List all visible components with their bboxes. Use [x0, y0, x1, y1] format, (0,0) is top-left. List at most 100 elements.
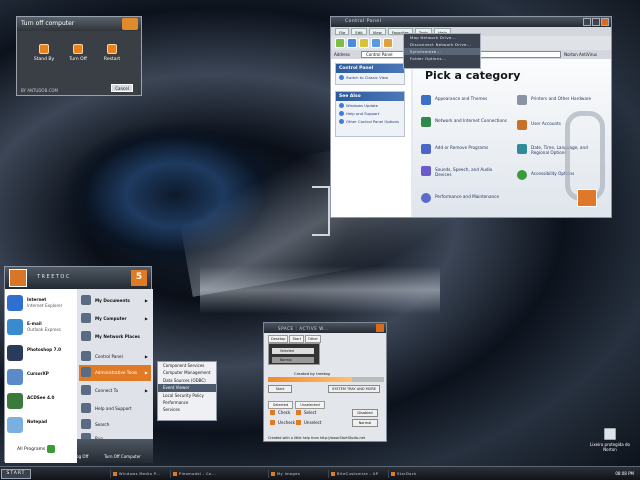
folders-icon[interactable]	[383, 38, 393, 48]
taskbar-item-media-player[interactable]: Windows Media P...	[110, 470, 164, 478]
turn-off-dialog: Turn off computer Stand By Turn Off Rest…	[16, 16, 142, 96]
program-email[interactable]: E-mail Outlook Express	[7, 317, 75, 339]
category-performance[interactable]: Performance and Maintenance	[421, 193, 509, 203]
start-button[interactable]: START	[1, 469, 31, 479]
menu-item-computer-management[interactable]: Computer Management	[158, 369, 216, 376]
search-icon	[81, 419, 91, 429]
place-network[interactable]: My Network Places	[79, 329, 151, 345]
up-folder-icon[interactable]	[359, 38, 369, 48]
maximize-button[interactable]	[592, 18, 600, 26]
restart-button[interactable]: Restart	[99, 44, 125, 62]
tab-unselected[interactable]: Unselected	[295, 401, 325, 409]
selection-tabs: Selected Unselected	[268, 401, 325, 409]
forward-icon[interactable]	[347, 38, 357, 48]
help-support-link[interactable]: Help and Support	[336, 109, 404, 117]
window-controls	[583, 18, 609, 26]
unselect-sample[interactable]: Unselect	[296, 420, 321, 425]
close-button[interactable]	[601, 18, 609, 26]
classic-view-link[interactable]: Switch to Classic View	[336, 73, 404, 81]
start-button-sample[interactable]: Start	[268, 385, 292, 393]
cursor-icon	[7, 369, 23, 385]
uncheck-sample[interactable]: Uncheck	[270, 420, 295, 425]
performance-icon	[421, 193, 431, 203]
start-menu: TREETOC 5 Internet Internet Explorer E-ma…	[4, 266, 153, 463]
progress-fill	[268, 377, 352, 382]
place-control-panel[interactable]: Control Panel ▶	[79, 349, 151, 365]
taskbar: START Windows Media P... Pleomodel - Co.…	[0, 466, 640, 480]
appearance-icon	[421, 95, 431, 105]
folder-icon	[81, 295, 91, 305]
taskbar-item-pleomodel[interactable]: Pleomodel - Co...	[170, 470, 224, 478]
back-icon[interactable]	[335, 38, 345, 48]
select-sample[interactable]: Select	[296, 410, 316, 415]
category-appearance[interactable]: Appearance and Themes	[421, 95, 509, 105]
other-options-link[interactable]: Other Control Panel Options	[336, 117, 404, 125]
arrow-right-icon	[47, 445, 55, 453]
program-notepad[interactable]: Notepad	[7, 415, 75, 437]
tab-start[interactable]: Start	[289, 335, 304, 343]
disabled-button-sample[interactable]: Disabled	[352, 409, 378, 417]
menu-edit[interactable]: Edit	[351, 28, 367, 35]
menu-file[interactable]: File	[335, 28, 350, 35]
outlook-icon	[7, 319, 23, 335]
category-view: Pick a category Appearance and Themes Ne…	[413, 59, 611, 217]
menu-item-folder-options[interactable]: Folder Options...	[404, 55, 480, 62]
normal-button-sample[interactable]: Normal	[352, 419, 378, 427]
place-my-documents[interactable]: My Documents ▶	[79, 293, 151, 309]
taskbar-item-customize[interactable]: BiteCustomize - XP	[328, 470, 382, 478]
control-panel-icon	[81, 351, 91, 361]
users-icon	[517, 120, 527, 130]
category-network[interactable]: Network and Internet Connections	[421, 117, 509, 127]
norton-button[interactable]: Norton AntiVirus	[564, 52, 597, 57]
category-printers[interactable]: Printers and Other Hardware	[517, 95, 605, 105]
window-title: SPACE : ACTIVE W...	[264, 323, 386, 333]
program-photoshop[interactable]: Photoshop 7.0	[7, 343, 75, 365]
chevron-right-icon: ▶	[144, 316, 148, 321]
internet-explorer-icon	[7, 295, 23, 311]
place-admin-tools[interactable]: Administrative Tools ▶	[79, 365, 151, 381]
recycle-bin-label: Lixeira protegida do Norton	[590, 442, 630, 452]
recycle-bin[interactable]: Lixeira protegida do Norton	[590, 428, 630, 452]
wrench-watermark-icon	[565, 111, 605, 201]
windows-update-link[interactable]: Windows Update	[336, 101, 404, 109]
place-help[interactable]: Help and Support	[79, 401, 151, 417]
wallpaper-bracket	[312, 186, 330, 236]
tab-other[interactable]: Other	[305, 335, 321, 343]
close-button[interactable]	[376, 324, 384, 332]
menu-item-disconnect-drive[interactable]: Disconnect Network Drive...	[404, 41, 480, 48]
menu-view[interactable]: View	[368, 28, 386, 35]
menu-item-data-sources[interactable]: Data Sources (ODBC)	[158, 377, 216, 384]
tab-selected[interactable]: Selected	[268, 401, 294, 409]
place-my-computer[interactable]: My Computer ▶	[79, 311, 151, 327]
program-cursorxp[interactable]: CursorXP	[7, 367, 75, 389]
minimize-button[interactable]	[583, 18, 591, 26]
address-label: Address	[334, 52, 350, 57]
system-tray-button[interactable]: SYSTEM TRAY AND MORE	[328, 385, 380, 393]
search-icon[interactable]	[371, 38, 381, 48]
preview-normal: Normal	[272, 357, 314, 363]
place-connect-to[interactable]: Connect To ▶	[79, 383, 151, 399]
menu-item-component-services[interactable]: Component Services	[158, 362, 216, 369]
footer-credit: Created with a little help from http://w…	[268, 436, 366, 440]
menu-item-event-viewer[interactable]: Event Viewer	[158, 384, 216, 392]
taskbar-item-my-images[interactable]: My Images	[268, 470, 322, 478]
task-pane: Control Panel Switch to Classic View See…	[331, 59, 411, 217]
menu-item-synchronize[interactable]: Synchronize...	[404, 48, 480, 55]
program-acdsee[interactable]: ACDSee 4.0	[7, 391, 75, 413]
check-sample[interactable]: Check	[270, 410, 290, 415]
program-internet[interactable]: Internet Internet Explorer	[7, 293, 75, 315]
category-add-remove[interactable]: Add or Remove Programs	[421, 144, 509, 154]
tab-desktop[interactable]: Desktop	[268, 335, 289, 343]
menu-item-performance[interactable]: Performance	[158, 399, 216, 406]
menu-preview: Selected Normal	[268, 343, 320, 365]
menu-item-local-security[interactable]: Local Security Policy	[158, 392, 216, 399]
turn-off-button[interactable]: Turn Off	[65, 44, 91, 62]
category-sounds[interactable]: Sounds, Speech, and Audio Devices	[421, 166, 509, 177]
stand-by-button[interactable]: Stand By	[31, 44, 57, 62]
taskbar-item-windowblinds[interactable]: StarDock WindowBlinds	[388, 470, 442, 478]
menu-item-services[interactable]: Services	[158, 406, 216, 413]
network-icon	[421, 117, 431, 127]
cancel-button[interactable]: Cancel	[111, 84, 133, 92]
menu-item-map-drive[interactable]: Map Network Drive...	[404, 34, 480, 41]
turn-off-computer-button[interactable]: Turn Off Computer	[96, 452, 156, 462]
